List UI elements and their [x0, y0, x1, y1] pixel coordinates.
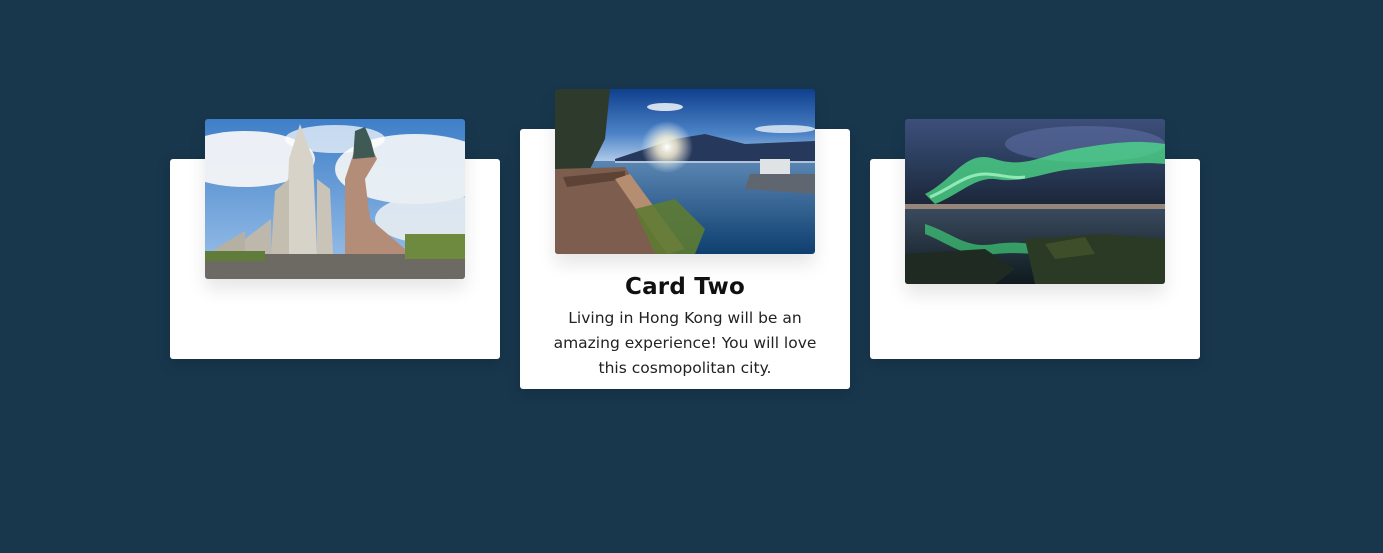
card-three-image	[905, 119, 1165, 284]
card-one-body	[170, 302, 500, 306]
church-photo	[205, 119, 465, 279]
card-three	[870, 119, 1200, 359]
aurora-photo	[905, 119, 1165, 284]
lake-photo	[555, 89, 815, 254]
card-two-image	[555, 89, 815, 254]
card-three-body	[870, 302, 1200, 306]
card-two-text: Living in Hong Kong will be an amazing e…	[553, 309, 817, 377]
card-one-image	[205, 119, 465, 279]
card-one	[170, 119, 500, 359]
card-two-title: Card Two	[624, 274, 746, 300]
card-two-body: Card Two Living in Hong Kong will be an …	[520, 272, 850, 381]
card-two: Card Two Living in Hong Kong will be an …	[520, 89, 850, 389]
